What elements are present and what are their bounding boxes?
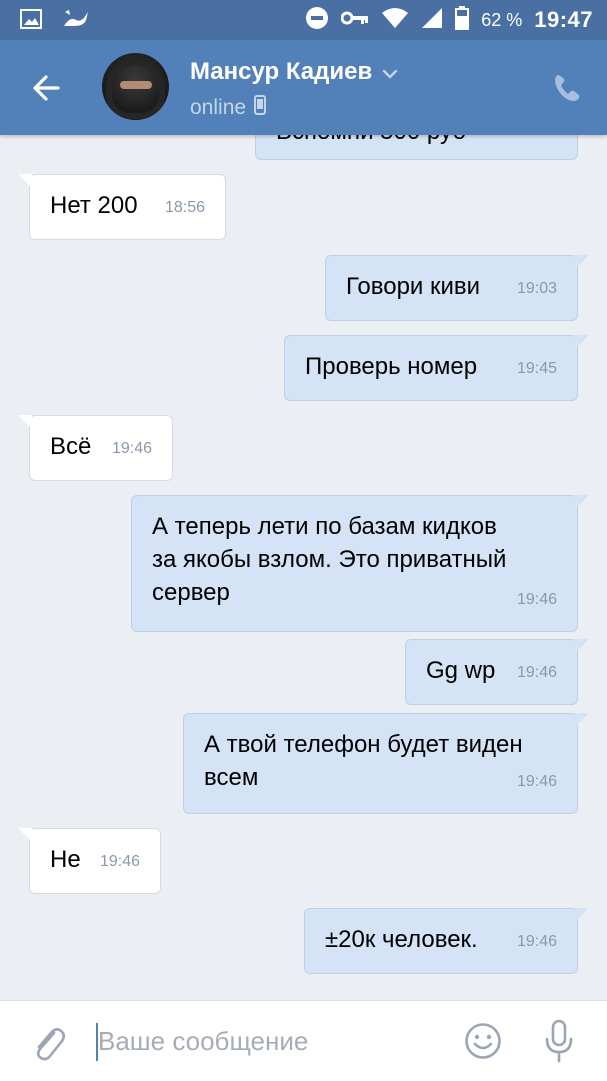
contact-name-toggle[interactable]: Мансур Кадиев: [190, 58, 398, 86]
emoji-button[interactable]: [464, 1022, 502, 1060]
emoji-icon: [464, 1023, 502, 1064]
paperclip-icon: [30, 1028, 66, 1067]
attach-button[interactable]: [30, 1023, 66, 1063]
chevron-down-icon: [382, 58, 398, 86]
message-text: Говори киви: [346, 273, 481, 300]
message-list[interactable]: Вспомни 500 руб 18:56 Нет 200 18:56 Гово…: [0, 0, 607, 1000]
message-time: 19:46: [99, 853, 140, 870]
message-input[interactable]: [98, 1019, 438, 1063]
message-outgoing[interactable]: Gg wp 19:46: [405, 639, 589, 705]
message-time: 19:46: [516, 773, 557, 790]
message-time: 19:03: [516, 280, 557, 297]
message-text: Всё: [50, 433, 92, 460]
message-text: ±20к человек.: [325, 926, 478, 953]
message-outgoing[interactable]: ±20к человек. 19:46: [304, 908, 589, 974]
composer-bar: [0, 1000, 607, 1081]
message-outgoing[interactable]: А твой телефон будет виден всем 19:46: [183, 713, 589, 814]
cat-icon: [62, 8, 90, 35]
message-outgoing[interactable]: Проверь номер 19:45: [284, 335, 589, 401]
phone-icon: [552, 75, 582, 107]
back-arrow-icon: [28, 75, 66, 110]
mobile-icon: [254, 95, 267, 121]
avatar[interactable]: [102, 53, 169, 120]
message-text: А теперь лети по базам кидков за якобы в…: [152, 513, 507, 606]
battery-icon: [455, 5, 470, 35]
wifi-icon: [381, 7, 409, 34]
voice-message-button[interactable]: [544, 1019, 574, 1063]
message-outgoing[interactable]: А теперь лети по базам кидков за якобы в…: [131, 495, 589, 632]
clock: 19:47: [534, 7, 593, 32]
contact-name: Мансур Кадиев: [190, 58, 373, 85]
signal-icon: [421, 7, 443, 34]
call-button[interactable]: [552, 73, 582, 103]
microphone-icon: [544, 1019, 574, 1067]
avatar-eyes: [120, 81, 152, 89]
message-incoming[interactable]: Всё 19:46: [18, 415, 173, 481]
message-text: Нет 200: [50, 192, 138, 219]
message-time: 19:46: [516, 664, 557, 681]
message-text: Gg wp: [426, 657, 496, 684]
message-incoming[interactable]: Нет 200 18:56: [18, 174, 226, 240]
message-time: 19:46: [516, 591, 557, 608]
message-time: 18:56: [164, 199, 205, 216]
message-outgoing[interactable]: Говори киви 19:03: [325, 255, 589, 321]
message-time: 19:45: [516, 360, 557, 377]
avatar-hood: [106, 59, 165, 119]
status-bar: 62 % 19:47: [0, 0, 607, 40]
message-text: А твой телефон будет виден всем: [204, 731, 523, 791]
message-text: Не: [50, 846, 81, 873]
key-icon: [340, 10, 369, 31]
battery-percent: 62 %: [481, 9, 523, 30]
message-time: 19:46: [111, 440, 152, 457]
image-icon: [20, 9, 42, 34]
online-status: online: [190, 96, 247, 119]
chat-header: Мансур Кадиев online: [0, 40, 607, 135]
do-not-disturb-icon: [305, 6, 329, 35]
contact-status: online: [190, 95, 267, 121]
message-incoming[interactable]: Не 19:46: [18, 828, 161, 894]
back-button[interactable]: [28, 70, 66, 106]
message-time: 19:46: [516, 933, 557, 950]
message-text: Проверь номер: [305, 353, 478, 380]
